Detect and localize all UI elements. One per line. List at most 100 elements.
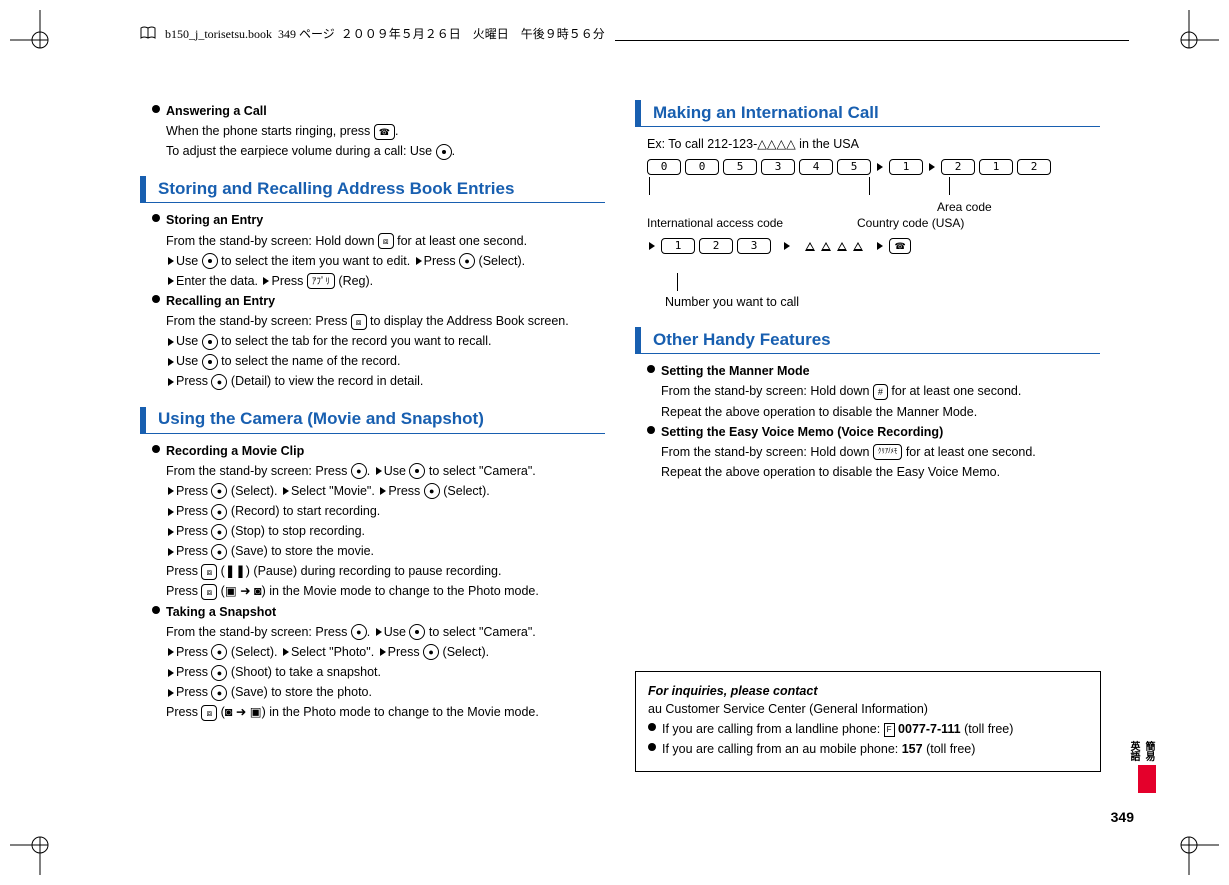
video-icon: ▣ xyxy=(250,705,262,719)
side-tab: 簡易英語 xyxy=(1138,735,1156,793)
center-key-icon: ● xyxy=(351,463,367,479)
text-line: Repeat the above operation to disable th… xyxy=(635,463,1100,481)
call-key-icon: ☎ xyxy=(374,124,395,140)
registration-mark-icon xyxy=(1159,815,1219,875)
example-label: Ex: To call 212-123-△△△△ in the USA xyxy=(635,135,1100,153)
section-title-camera: Using the Camera (Movie and Snapshot) xyxy=(140,407,605,434)
step-arrow-icon xyxy=(168,669,174,677)
registration-mark-icon xyxy=(10,815,70,875)
page: b150_j_torisetsu.book 349 ページ ２００９年５月２６日… xyxy=(0,0,1229,885)
center-key-icon: ● xyxy=(211,483,227,499)
text-line: Press ⧈ (❚❚) (Pause) during recording to… xyxy=(140,562,605,580)
bullet-icon xyxy=(152,105,160,113)
text-line: From the stand-by screen: Press ●. Use t… xyxy=(140,462,605,480)
label-area-code: Area code xyxy=(937,199,992,216)
digit-key: 2 xyxy=(699,238,733,254)
digit-key: 0 xyxy=(647,159,681,175)
header-filename: b150_j_torisetsu.book 349 ページ ２００９年５月２６日… xyxy=(140,25,615,44)
text-line: Press ⧈ (▣ ➜ ◙) in the Movie mode to cha… xyxy=(140,582,605,600)
text-line: Press ● (Detail) to view the record in d… xyxy=(140,372,605,390)
step-arrow-icon xyxy=(784,242,790,250)
text-line: Press ● (Shoot) to take a snapshot. xyxy=(140,663,605,681)
step-arrow-icon xyxy=(168,528,174,536)
call-key-icon: ☎ xyxy=(889,238,910,254)
header-date: ２００９年５月２６日 火曜日 午後９時５６分 xyxy=(341,27,605,41)
column-left: Answering a Call When the phone starts r… xyxy=(140,100,605,772)
landline-number: 0077-7-111 xyxy=(898,722,961,736)
dpad-icon xyxy=(409,624,425,640)
placeholder-digit-icon xyxy=(853,242,863,251)
text-line: Press ● (Record) to start recording. xyxy=(140,502,605,520)
contact-landline: If you are calling from a landline phone… xyxy=(648,720,1088,738)
label-intl-access: International access code xyxy=(647,215,783,232)
placeholder-digit-icon xyxy=(821,242,831,251)
center-key-icon: ● xyxy=(211,644,227,660)
freecall-icon: F xyxy=(884,723,895,737)
step-arrow-icon xyxy=(168,487,174,495)
hash-key-icon: # xyxy=(873,384,888,400)
contact-mobile: If you are calling from an au mobile pho… xyxy=(648,740,1088,758)
step-arrow-icon xyxy=(283,487,289,495)
registration-mark-icon xyxy=(1159,10,1219,70)
step-arrow-icon xyxy=(168,257,174,265)
text-line: Press ● (Select). Select "Movie". Press … xyxy=(140,482,605,500)
bullet-icon xyxy=(647,365,655,373)
page-number: 349 xyxy=(1111,809,1134,825)
digit-key: 0 xyxy=(685,159,719,175)
side-tab-label: 簡易英語 xyxy=(1138,735,1156,765)
section-title-storing: Storing and Recalling Address Book Entri… xyxy=(140,176,605,203)
address-key-icon: ⧈ xyxy=(201,584,217,600)
text-line: Press ● (Select). Select "Photo". Press … xyxy=(140,643,605,661)
center-key-icon: ● xyxy=(211,524,227,540)
center-key-icon: ● xyxy=(211,685,227,701)
label-number-to-call: Number you want to call xyxy=(635,293,1100,311)
center-key-icon: ● xyxy=(211,544,227,560)
text-line: Use to select the tab for the record you… xyxy=(140,332,605,350)
text-line: Press ● (Save) to store the movie. xyxy=(140,542,605,560)
digit-key: 2 xyxy=(1017,159,1051,175)
dpad-icon xyxy=(202,253,218,269)
text-line: From the stand-by screen: Hold down ｸﾘｱ/… xyxy=(635,443,1100,461)
step-arrow-icon xyxy=(168,689,174,697)
address-key-icon: ⧈ xyxy=(201,564,217,580)
step-arrow-icon xyxy=(168,548,174,556)
clear-key-icon: ｸﾘｱ/ﾒﾓ xyxy=(873,444,902,460)
step-arrow-icon xyxy=(929,163,935,171)
text-line: From the stand-by screen: Hold down ⧈ fo… xyxy=(140,232,605,250)
step-arrow-icon xyxy=(263,277,269,285)
address-key-icon: ⧈ xyxy=(378,233,394,249)
step-arrow-icon xyxy=(168,508,174,516)
registration-mark-icon xyxy=(10,10,70,70)
digit-key: 2 xyxy=(941,159,975,175)
digit-key: 4 xyxy=(799,159,833,175)
center-key-icon: ● xyxy=(424,483,440,499)
dial-diagram: 0 0 5 3 4 5 1 2 1 2 International access… xyxy=(657,159,1100,269)
contact-info-box: For inquiries, please contact au Custome… xyxy=(635,671,1101,772)
digit-key: 3 xyxy=(737,238,771,254)
digit-key: 1 xyxy=(889,159,923,175)
text-line: Use to select the name of the record. xyxy=(140,352,605,370)
book-icon xyxy=(140,26,156,44)
bullet-icon xyxy=(648,723,656,731)
section-title-international: Making an International Call xyxy=(635,100,1100,127)
header-pageinfo: 349 ページ xyxy=(278,27,335,41)
step-arrow-icon xyxy=(168,277,174,285)
text-line: Press ● (Stop) to stop recording. xyxy=(140,522,605,540)
section-title-other: Other Handy Features xyxy=(635,327,1100,354)
mobile-number: 157 xyxy=(902,742,923,756)
bullet-icon xyxy=(152,295,160,303)
heading-snapshot: Taking a Snapshot xyxy=(140,603,605,621)
contact-center: au Customer Service Center (General Info… xyxy=(648,700,1088,718)
center-key-icon: ● xyxy=(423,644,439,660)
text-line: To adjust the earpiece volume during a c… xyxy=(140,142,605,160)
text-line: Use to select the item you want to edit.… xyxy=(140,252,605,270)
center-key-icon: ● xyxy=(211,504,227,520)
center-key-icon: ● xyxy=(351,624,367,640)
text-line: From the stand-by screen: Press ●. Use t… xyxy=(140,623,605,641)
step-arrow-icon xyxy=(416,257,422,265)
digit-key: 5 xyxy=(837,159,871,175)
text-line: Repeat the above operation to disable th… xyxy=(635,403,1100,421)
heading-answering-call: Answering a Call xyxy=(140,102,605,120)
bullet-icon xyxy=(152,606,160,614)
step-arrow-icon xyxy=(649,242,655,250)
